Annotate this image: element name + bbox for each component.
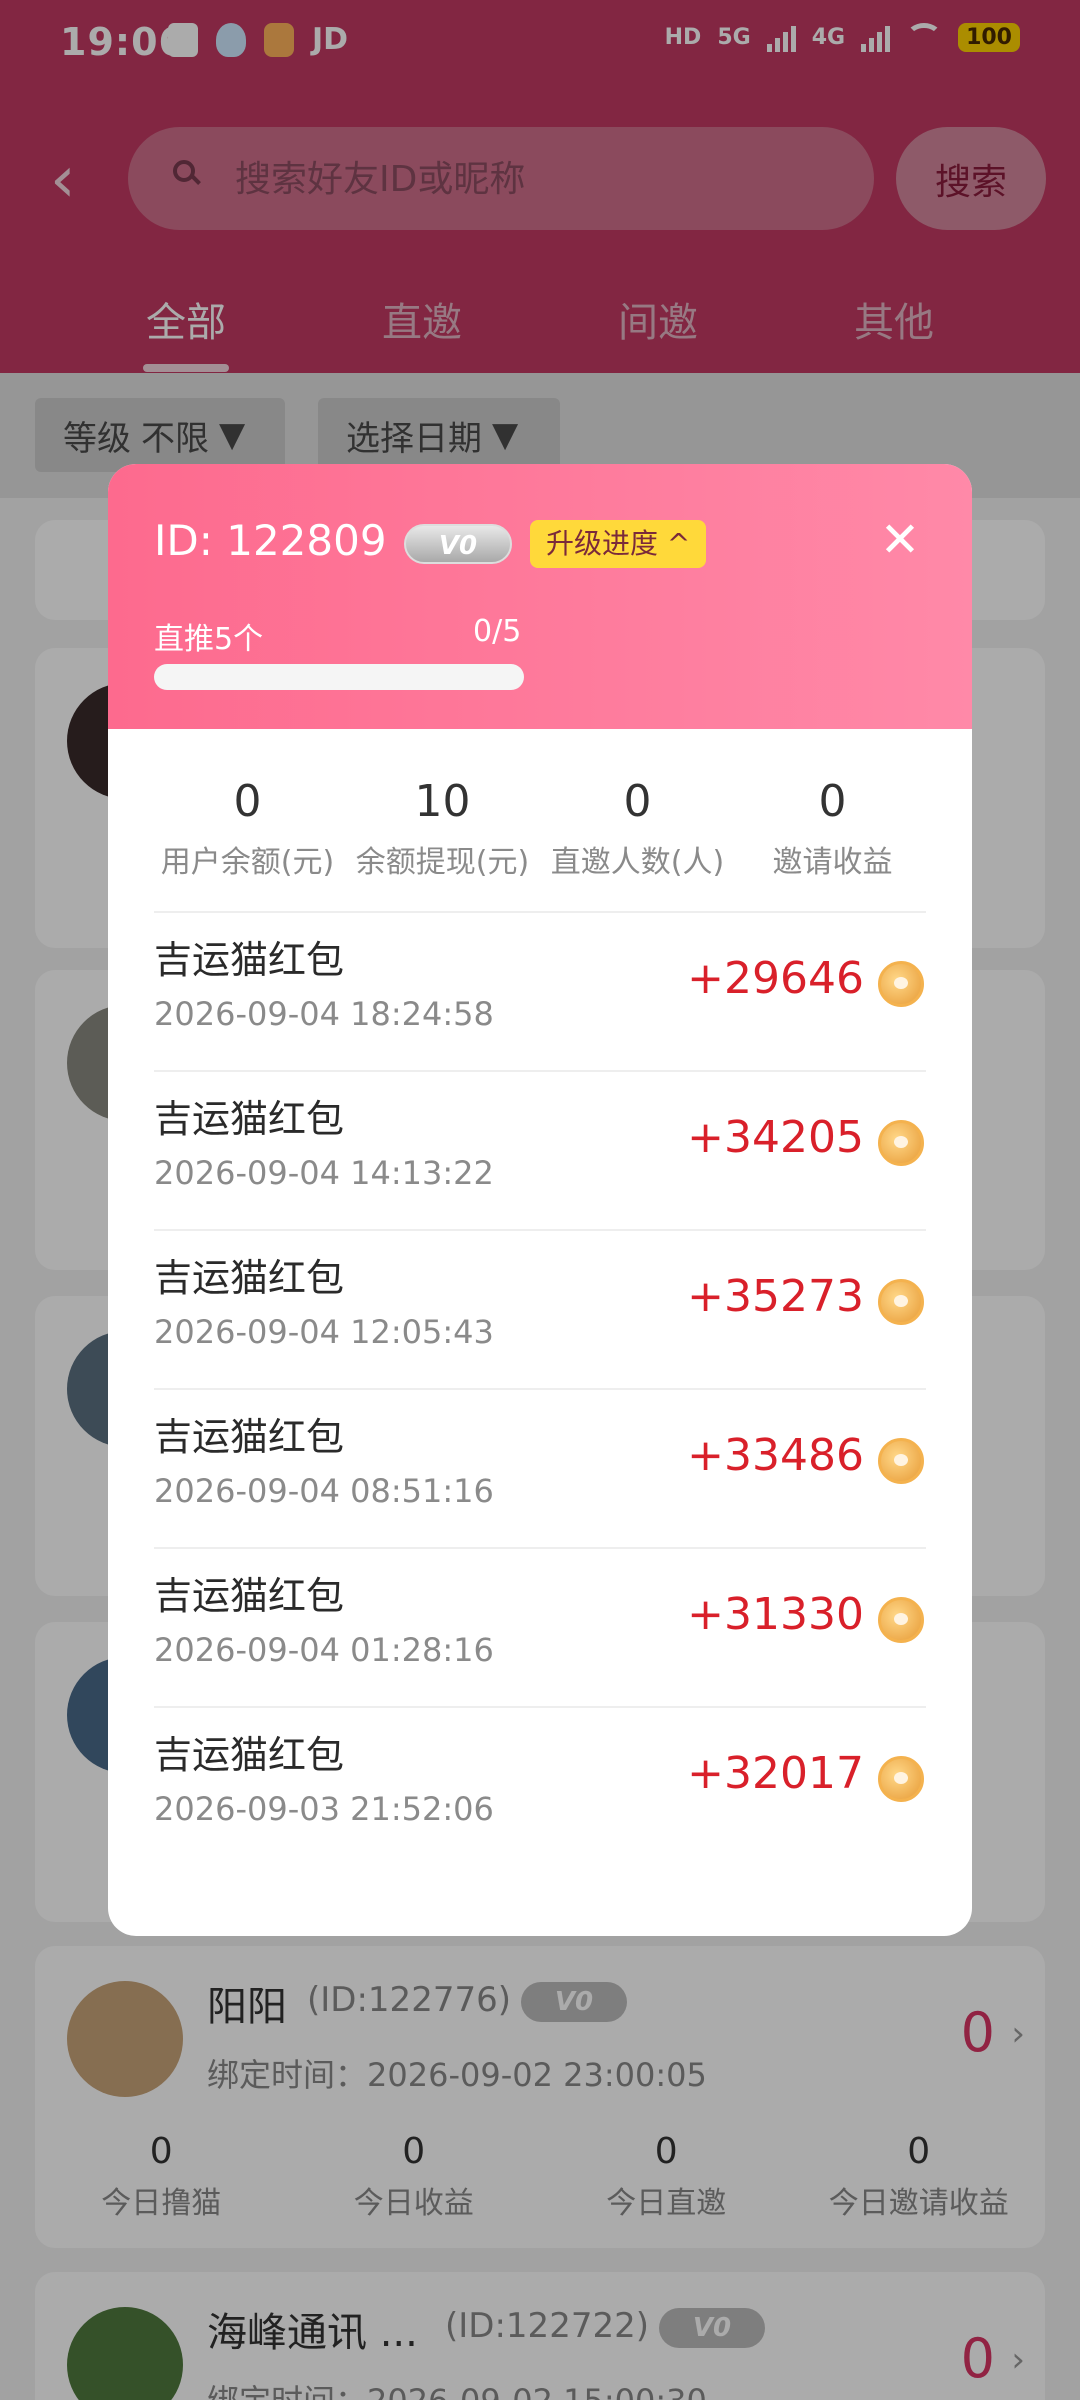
record-row: 吉运猫红包 2026-09-04 01:28:16 +31330 bbox=[154, 1549, 926, 1708]
progress-label: 直推5个 bbox=[154, 622, 264, 657]
cat-coin-icon bbox=[878, 961, 924, 1007]
stat-label: 用户余额(元) bbox=[160, 845, 335, 880]
stat-value: 0 bbox=[818, 776, 847, 827]
record-row: 吉运猫红包 2026-09-04 14:13:22 +34205 bbox=[154, 1072, 926, 1231]
cat-coin-icon bbox=[878, 1279, 924, 1325]
stat-label: 邀请收益 bbox=[772, 845, 893, 880]
record-time: 2026-09-04 14:13:22 bbox=[154, 1154, 494, 1192]
record-row: 吉运猫红包 2026-09-04 08:51:16 +33486 bbox=[154, 1390, 926, 1549]
record-amount: +31330 bbox=[687, 1589, 864, 1640]
record-time: 2026-09-04 12:05:43 bbox=[154, 1313, 494, 1351]
record-title: 吉运猫红包 bbox=[154, 1256, 345, 1300]
record-amount: +35273 bbox=[687, 1271, 864, 1322]
record-time: 2026-09-04 01:28:16 bbox=[154, 1631, 494, 1669]
record-title: 吉运猫红包 bbox=[154, 938, 345, 982]
user-detail-modal: ID: 122809 V0 升级进度 ^ ✕ 直推5个 0/5 0 用户余额(元)… bbox=[108, 464, 972, 1936]
cat-coin-icon bbox=[878, 1438, 924, 1484]
record-amount: +29646 bbox=[687, 953, 864, 1004]
record-time: 2026-09-03 21:52:06 bbox=[154, 1790, 494, 1828]
stat-value: 0 bbox=[623, 776, 652, 827]
record-time: 2026-09-04 08:51:16 bbox=[154, 1472, 494, 1510]
record-row: 吉运猫红包 2026-09-03 21:52:06 +32017 bbox=[154, 1708, 926, 1867]
cat-coin-icon bbox=[878, 1597, 924, 1643]
record-title: 吉运猫红包 bbox=[154, 1574, 345, 1618]
modal-header: ID: 122809 V0 升级进度 ^ ✕ 直推5个 0/5 bbox=[108, 464, 972, 729]
record-row: 吉运猫红包 2026-09-04 12:05:43 +35273 bbox=[154, 1231, 926, 1390]
level-badge: V0 bbox=[404, 524, 512, 564]
record-time: 2026-09-04 18:24:58 bbox=[154, 995, 494, 1033]
record-title: 吉运猫红包 bbox=[154, 1097, 345, 1141]
stat-balance: 0 用户余额(元) bbox=[150, 776, 345, 881]
stat-label: 余额提现(元) bbox=[355, 845, 530, 880]
record-amount: +33486 bbox=[687, 1430, 864, 1481]
stat-withdraw: 10 余额提现(元) bbox=[345, 776, 540, 881]
record-amount: +32017 bbox=[687, 1748, 864, 1799]
user-stats: 0 用户余额(元) 10 余额提现(元) 0 直邀人数(人) 0 邀请收益 bbox=[108, 776, 972, 881]
record-title: 吉运猫红包 bbox=[154, 1733, 345, 1777]
stat-value: 10 bbox=[414, 776, 471, 827]
progress-value: 0/5 bbox=[473, 614, 522, 649]
stat-invites: 0 直邀人数(人) bbox=[540, 776, 735, 881]
stat-invite-earnings: 0 邀请收益 bbox=[735, 776, 930, 881]
upgrade-progress-button[interactable]: 升级进度 ^ bbox=[530, 520, 707, 568]
record-row: 吉运猫红包 2026-09-04 18:24:58 +29646 bbox=[154, 913, 926, 1072]
cat-coin-icon bbox=[878, 1756, 924, 1802]
record-title: 吉运猫红包 bbox=[154, 1415, 345, 1459]
record-amount: +34205 bbox=[687, 1112, 864, 1163]
reward-record-list: 吉运猫红包 2026-09-04 18:24:58 +29646 吉运猫红包 2… bbox=[154, 913, 926, 1867]
user-id: ID: 122809 bbox=[154, 516, 387, 565]
cat-coin-icon bbox=[878, 1120, 924, 1166]
stat-value: 0 bbox=[233, 776, 262, 827]
close-icon[interactable]: ✕ bbox=[868, 508, 932, 572]
progress-bar bbox=[154, 664, 524, 690]
stat-label: 直邀人数(人) bbox=[550, 845, 725, 880]
